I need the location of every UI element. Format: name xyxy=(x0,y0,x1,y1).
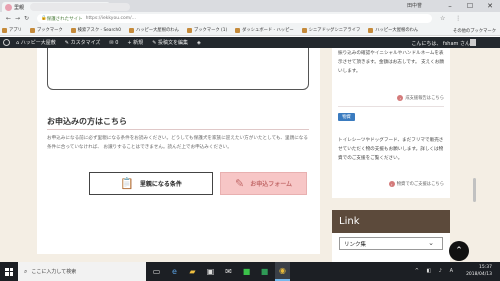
search-icon: ⌕ xyxy=(24,267,28,275)
tab-favicon-icon xyxy=(5,3,12,11)
clock[interactable]: 15:37 2018/04/13 xyxy=(466,264,492,278)
minimize-icon[interactable]: – xyxy=(440,0,460,12)
donation-report-link[interactable]: › 成支援報告はこちら xyxy=(397,95,444,101)
goods-text: トイレシーツやドッグフード、まだフリマで販売させていただく物の支援もお願いします… xyxy=(338,138,444,161)
back-icon[interactable]: ← xyxy=(4,15,13,22)
bookmark-favicon-icon xyxy=(128,27,134,33)
section-body: お申込みになる前に必ず里親になる条件をお読みください。どうしても保護犬を家族に迎… xyxy=(47,136,308,150)
mail-icon[interactable]: ✉ xyxy=(221,262,236,281)
checklist-icon: 📋 xyxy=(120,177,134,190)
bookmarks-bar: アプリ ブックマーク 検索アスク - Search0 ハッピー大屋根のわん ブッ… xyxy=(0,25,500,36)
bookmark-item[interactable]: ハッピー大屋根のわん xyxy=(368,27,418,33)
edge-icon[interactable]: e xyxy=(167,262,182,281)
main-card: お申込みの方はこちら お申込みになる前に必ず里親になる条件をお読みください。どう… xyxy=(37,48,320,254)
avatar[interactable] xyxy=(470,39,476,46)
address-bar[interactable]: 🔒 保護されたサイト https://iekkyou.com/... xyxy=(37,14,432,23)
bookmark-item[interactable]: ダッシュボード - ハッピー xyxy=(235,27,294,33)
admin-greeting[interactable]: こんにちは、 fsham さん xyxy=(411,40,470,47)
scrollbar-thumb[interactable] xyxy=(473,178,476,202)
url-text: https://iekkyou.com/... xyxy=(85,16,136,21)
wp-admin-bar: ⌂ ハッピー大屋敷 ✎ カスタマイズ ✉ 0 + 新規 ✎ 投稿文を編集 ◈ こ… xyxy=(0,37,500,48)
chrome-icon[interactable]: ◉ xyxy=(275,262,290,281)
content-box xyxy=(47,48,309,90)
other-bookmarks[interactable]: その他のブックマーク xyxy=(453,28,496,34)
bookmark-favicon-icon xyxy=(235,27,241,33)
bookmark-favicon-icon xyxy=(70,27,76,33)
close-icon[interactable]: ✕ xyxy=(480,0,500,12)
bookmark-favicon-icon xyxy=(186,27,192,33)
pencil-icon: ✎ xyxy=(234,177,245,190)
taskbar-search[interactable]: ⌕ ここに入力して検索 xyxy=(18,262,146,281)
conditions-button[interactable]: 📋 里親になる条件 xyxy=(89,172,213,195)
chevron-down-icon: ⌄ xyxy=(428,239,434,247)
bookmark-favicon-icon xyxy=(368,27,374,33)
page-content: お申込みの方はこちら お申込みになる前に必ず里親になる条件をお読みください。どう… xyxy=(0,48,500,262)
admin-edit-link[interactable]: ✎ 投稿文を編集 xyxy=(152,39,188,46)
arrow-right-icon: › xyxy=(397,95,404,101)
application-form-button[interactable]: ✎ お申込フォーム xyxy=(220,172,307,195)
store-icon[interactable]: ▣ xyxy=(203,262,218,281)
donation-text: 振り込みの確認やイニシャルやハンドルネームを表示させて頂きます。金額はお志しです… xyxy=(338,51,444,74)
arrow-right-icon: › xyxy=(388,181,395,187)
browser-toolbar: ← → ↻ 🔒 保護されたサイト https://iekkyou.com/...… xyxy=(0,12,500,25)
chevron-up-icon: ⌃ xyxy=(455,246,463,256)
link-widget: Link リンク集 ⌄ xyxy=(332,210,450,262)
wordpress-icon[interactable] xyxy=(3,39,10,46)
scroll-to-top-button[interactable]: ⌃ xyxy=(449,241,469,261)
bookmark-item[interactable]: アプリ xyxy=(2,27,22,33)
line-icon[interactable]: ■ xyxy=(239,262,254,281)
browser-tabbar: 里親 田中誉 – ☐ ✕ xyxy=(0,0,500,12)
taskbar: ⌕ ここに入力して検索 ▭ e ▰ ▣ ✉ ■ ■ ◉ ^ ◧ ♪ A 15:3… xyxy=(0,262,500,281)
blurred-tab-region xyxy=(30,3,130,11)
window-user-name[interactable]: 田中誉 xyxy=(407,2,422,9)
system-tray-icons[interactable]: ^ ◧ ♪ A xyxy=(415,268,456,274)
admin-gear-icon[interactable]: ◈ xyxy=(197,40,201,46)
bookmark-favicon-icon xyxy=(301,27,307,33)
excel-icon[interactable]: ■ xyxy=(257,262,272,281)
link-select[interactable]: リンク集 ⌄ xyxy=(339,237,443,250)
tab-title: 里親 xyxy=(14,4,25,11)
task-view-icon[interactable]: ▭ xyxy=(149,262,164,281)
forward-icon[interactable]: → xyxy=(13,15,22,22)
link-heading: Link xyxy=(332,210,450,233)
bookmark-item[interactable]: ブックマーク xyxy=(29,27,63,33)
bookmark-item[interactable]: ハッピー大屋根のわん xyxy=(128,27,179,33)
bookmark-item[interactable]: 検索アスク - Search0 xyxy=(70,27,121,33)
bookmark-favicon-icon xyxy=(29,27,35,33)
admin-new-link[interactable]: + 新規 xyxy=(127,39,143,46)
windows-icon xyxy=(5,267,13,276)
start-button[interactable] xyxy=(0,262,18,281)
admin-site-link[interactable]: ⌂ ハッピー大屋敷 xyxy=(16,39,56,46)
section-divider xyxy=(47,129,309,130)
goods-support-link[interactable]: › 物資でのご支援はこちら xyxy=(388,181,444,187)
explorer-icon[interactable]: ▰ xyxy=(185,262,200,281)
sidebar-divider xyxy=(338,106,444,107)
bookmark-item[interactable]: ブックマーク (1) xyxy=(186,27,227,33)
admin-customize-link[interactable]: ✎ カスタマイズ xyxy=(65,39,101,46)
goods-badge: 物資 xyxy=(338,113,355,121)
admin-comments-link[interactable]: ✉ 0 xyxy=(109,40,118,46)
maximize-icon[interactable]: ☐ xyxy=(460,0,480,12)
bookmark-item[interactable]: シニアドッグシニアライフ xyxy=(301,27,360,33)
sidebar-card: 振り込みの確認やイニシャルやハンドルネームを表示させて頂きます。金額はお志しです… xyxy=(332,48,450,198)
star-icon[interactable]: ☆ ⋮ xyxy=(440,15,465,22)
section-title: お申込みの方はこちら xyxy=(47,117,127,126)
secure-label: 保護されたサイト xyxy=(46,16,83,22)
reload-icon[interactable]: ↻ xyxy=(22,15,31,22)
apps-icon xyxy=(2,27,7,33)
